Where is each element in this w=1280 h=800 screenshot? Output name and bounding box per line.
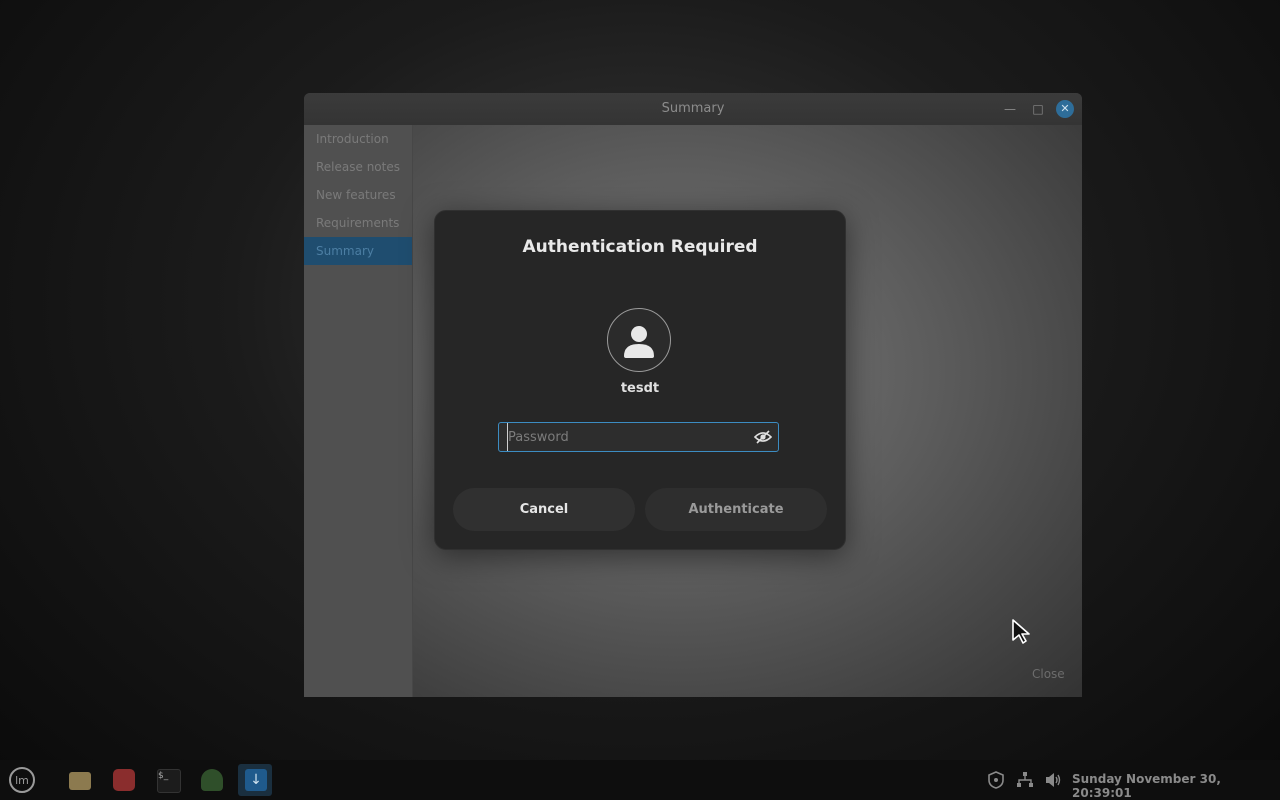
terminal-launcher[interactable]: $_: [150, 764, 184, 796]
window-title: Summary: [661, 101, 725, 116]
username-label: tesdt: [620, 381, 660, 396]
cancel-button[interactable]: Cancel: [453, 488, 635, 531]
close-icon[interactable]: ✕: [1056, 100, 1074, 118]
installer-icon: ↓: [245, 769, 267, 791]
window-close-button[interactable]: Close: [1032, 667, 1065, 681]
sidebar-item-introduction[interactable]: Introduction: [304, 125, 412, 153]
installer-launcher[interactable]: ↓: [238, 764, 272, 796]
window-sidebar: Introduction Release notes New features …: [304, 125, 413, 697]
terminal-icon: $_: [157, 769, 181, 793]
sidebar-item-release-notes[interactable]: Release notes: [304, 153, 412, 181]
files-icon: [69, 772, 91, 790]
authenticate-button[interactable]: Authenticate: [645, 488, 827, 531]
backup-icon: [113, 769, 135, 791]
user-icon: [624, 326, 654, 358]
maximize-icon[interactable]: □: [1028, 99, 1048, 119]
update-manager-launcher[interactable]: [194, 764, 228, 796]
password-field[interactable]: [498, 422, 779, 452]
avatar: [607, 308, 671, 372]
files-launcher[interactable]: [62, 764, 96, 796]
hide-password-icon[interactable]: [754, 429, 772, 445]
menu-button[interactable]: lm: [5, 764, 39, 796]
volume-icon[interactable]: [1044, 771, 1062, 789]
update-manager-icon: [201, 769, 223, 791]
window-titlebar[interactable]: Summary — □ ✕: [304, 93, 1082, 125]
shield-icon[interactable]: [987, 771, 1005, 789]
sidebar-item-new-features[interactable]: New features: [304, 181, 412, 209]
dialog-title: Authentication Required: [522, 237, 758, 257]
minimize-icon[interactable]: —: [1000, 99, 1020, 119]
password-input[interactable]: [507, 423, 748, 451]
menu-icon: lm: [9, 767, 35, 793]
backup-launcher[interactable]: [106, 764, 140, 796]
clock[interactable]: Sunday November 30, 20:39:01: [1072, 772, 1280, 800]
authentication-dialog: Authentication Required tesdt Cancel Aut…: [434, 210, 846, 550]
svg-text:lm: lm: [15, 774, 29, 787]
network-icon[interactable]: [1016, 771, 1034, 789]
sidebar-item-requirements[interactable]: Requirements: [304, 209, 412, 237]
mouse-cursor-icon: [1012, 619, 1030, 644]
sidebar-item-summary[interactable]: Summary: [304, 237, 412, 265]
taskbar: lm $_ ↓ Sunday November 30, 20:39:01: [0, 760, 1280, 800]
